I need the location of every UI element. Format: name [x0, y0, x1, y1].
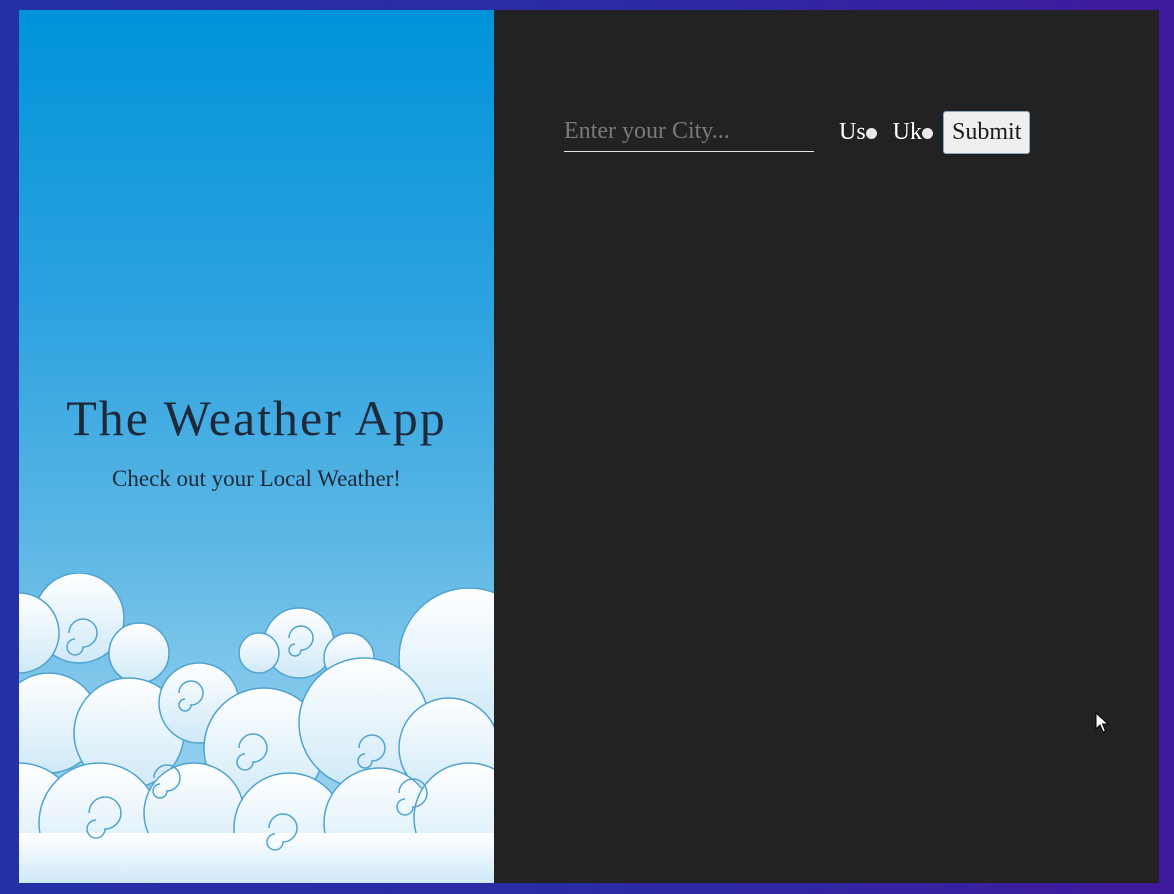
city-search-input[interactable]	[564, 112, 814, 152]
unit-option-us[interactable]: Us	[839, 119, 877, 146]
unit-label-us: Us	[839, 118, 866, 145]
weather-app-window: The Weather App Check out your Local Wea…	[19, 10, 1159, 883]
search-panel: Us Uk Submit	[494, 10, 1159, 883]
clouds-illustration	[19, 573, 494, 883]
hero-panel: The Weather App Check out your Local Wea…	[19, 10, 494, 883]
unit-radio-us[interactable]	[865, 127, 877, 139]
app-subtitle: Check out your Local Weather!	[112, 466, 401, 491]
unit-radio-uk[interactable]	[922, 127, 934, 139]
hero-text-block: The Weather App Check out your Local Wea…	[19, 390, 494, 492]
submit-button[interactable]: Submit	[943, 110, 1031, 154]
unit-label-uk: Uk	[892, 118, 923, 145]
unit-option-uk[interactable]: Uk	[892, 118, 934, 146]
mouse-pointer-icon	[1095, 712, 1109, 733]
city-search-form: Us Uk Submit	[564, 110, 1031, 154]
app-title: The Weather App	[66, 390, 447, 446]
